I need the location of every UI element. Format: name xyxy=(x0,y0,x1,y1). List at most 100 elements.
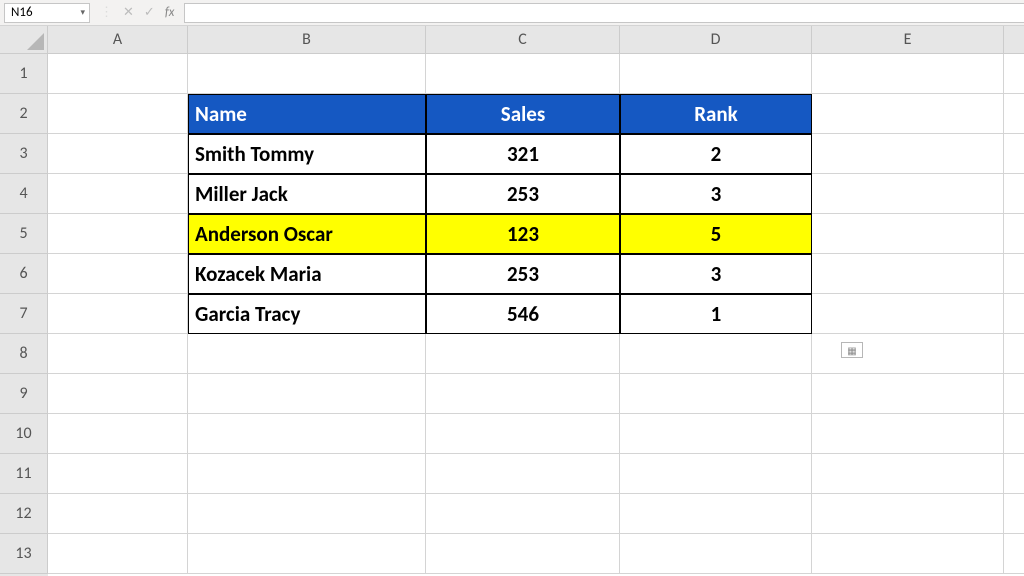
select-all-corner[interactable] xyxy=(0,26,48,54)
cell-C6[interactable]: 253 xyxy=(426,254,620,294)
cell-D13[interactable] xyxy=(620,534,812,574)
cell-A7[interactable] xyxy=(48,294,188,334)
cell-A11[interactable] xyxy=(48,454,188,494)
row-header-2[interactable]: 2 xyxy=(0,94,48,134)
cell-A12[interactable] xyxy=(48,494,188,534)
cell-E3[interactable] xyxy=(812,134,1004,174)
cell-C8[interactable] xyxy=(426,334,620,374)
cell-F9[interactable] xyxy=(1004,374,1024,414)
cell-B6[interactable]: Kozacek Maria xyxy=(188,254,426,294)
row-header-12[interactable]: 12 xyxy=(0,494,48,534)
col-header-F[interactable] xyxy=(1004,26,1024,54)
col-header-E[interactable]: E xyxy=(812,26,1004,54)
cell-B9[interactable] xyxy=(188,374,426,414)
row-header-8[interactable]: 8 xyxy=(0,334,48,374)
row-header-9[interactable]: 9 xyxy=(0,374,48,414)
col-header-B[interactable]: B xyxy=(188,26,426,54)
row-header-1[interactable]: 1 xyxy=(0,54,48,94)
cell-C4[interactable]: 253 xyxy=(426,174,620,214)
cell-E5[interactable] xyxy=(812,214,1004,254)
cell-B8[interactable] xyxy=(188,334,426,374)
cell-A5[interactable] xyxy=(48,214,188,254)
cell-A1[interactable] xyxy=(48,54,188,94)
cell-B10[interactable] xyxy=(188,414,426,454)
cell-F8[interactable] xyxy=(1004,334,1024,374)
cell-D7[interactable]: 1 xyxy=(620,294,812,334)
autofill-options-icon[interactable]: ▦ xyxy=(841,342,863,358)
cell-F4[interactable] xyxy=(1004,174,1024,214)
cell-A2[interactable] xyxy=(48,94,188,134)
cell-F5[interactable] xyxy=(1004,214,1024,254)
fx-icon[interactable]: fx xyxy=(165,5,175,20)
cell-F6[interactable] xyxy=(1004,254,1024,294)
row-header-10[interactable]: 10 xyxy=(0,414,48,454)
cell-E9[interactable] xyxy=(812,374,1004,414)
col-header-D[interactable]: D xyxy=(620,26,812,54)
cell-E13[interactable] xyxy=(812,534,1004,574)
cell-D5[interactable]: 5 xyxy=(620,214,812,254)
row-header-7[interactable]: 7 xyxy=(0,294,48,334)
cell-F2[interactable] xyxy=(1004,94,1024,134)
cancel-icon[interactable]: ✕ xyxy=(123,5,134,20)
cell-D3[interactable]: 2 xyxy=(620,134,812,174)
cell-D9[interactable] xyxy=(620,374,812,414)
cell-B1[interactable] xyxy=(188,54,426,94)
cell-F3[interactable] xyxy=(1004,134,1024,174)
row-header-13[interactable]: 13 xyxy=(0,534,48,574)
col-header-C[interactable]: C xyxy=(426,26,620,54)
cell-B12[interactable] xyxy=(188,494,426,534)
cell-E7[interactable] xyxy=(812,294,1004,334)
name-box[interactable]: N16 ▾ xyxy=(4,3,90,23)
cell-E10[interactable] xyxy=(812,414,1004,454)
cell-C9[interactable] xyxy=(426,374,620,414)
row-header-11[interactable]: 11 xyxy=(0,454,48,494)
cell-B2-name-header[interactable]: Name xyxy=(188,94,426,134)
cell-B13[interactable] xyxy=(188,534,426,574)
cell-E12[interactable] xyxy=(812,494,1004,534)
cell-D2-rank-header[interactable]: Rank xyxy=(620,94,812,134)
cell-F10[interactable] xyxy=(1004,414,1024,454)
row-header-4[interactable]: 4 xyxy=(0,174,48,214)
cell-F7[interactable] xyxy=(1004,294,1024,334)
cell-E6[interactable] xyxy=(812,254,1004,294)
cell-A4[interactable] xyxy=(48,174,188,214)
cell-F12[interactable] xyxy=(1004,494,1024,534)
dropdown-caret-icon[interactable]: ▾ xyxy=(80,7,85,18)
cell-C11[interactable] xyxy=(426,454,620,494)
cell-E1[interactable] xyxy=(812,54,1004,94)
cell-A8[interactable] xyxy=(48,334,188,374)
cell-B4[interactable]: Miller Jack xyxy=(188,174,426,214)
cell-B3[interactable]: Smith Tommy xyxy=(188,134,426,174)
cell-C3[interactable]: 321 xyxy=(426,134,620,174)
cell-A13[interactable] xyxy=(48,534,188,574)
cell-C12[interactable] xyxy=(426,494,620,534)
cell-C1[interactable] xyxy=(426,54,620,94)
cell-E4[interactable] xyxy=(812,174,1004,214)
cell-C10[interactable] xyxy=(426,414,620,454)
col-header-A[interactable]: A xyxy=(48,26,188,54)
cell-A10[interactable] xyxy=(48,414,188,454)
cell-E2[interactable] xyxy=(812,94,1004,134)
cell-F13[interactable] xyxy=(1004,534,1024,574)
cell-F11[interactable] xyxy=(1004,454,1024,494)
cell-D10[interactable] xyxy=(620,414,812,454)
cell-F1[interactable] xyxy=(1004,54,1024,94)
cell-D4[interactable]: 3 xyxy=(620,174,812,214)
cell-C5[interactable]: 123 xyxy=(426,214,620,254)
cell-D6[interactable]: 3 xyxy=(620,254,812,294)
cell-E11[interactable] xyxy=(812,454,1004,494)
cell-A9[interactable] xyxy=(48,374,188,414)
cell-A3[interactable] xyxy=(48,134,188,174)
cell-A6[interactable] xyxy=(48,254,188,294)
cell-B11[interactable] xyxy=(188,454,426,494)
row-header-5[interactable]: 5 xyxy=(0,214,48,254)
cell-C7[interactable]: 546 xyxy=(426,294,620,334)
row-header-3[interactable]: 3 xyxy=(0,134,48,174)
row-header-6[interactable]: 6 xyxy=(0,254,48,294)
cell-D11[interactable] xyxy=(620,454,812,494)
cell-C2-sales-header[interactable]: Sales xyxy=(426,94,620,134)
formula-input[interactable] xyxy=(184,3,1024,23)
cell-B7[interactable]: Garcia Tracy xyxy=(188,294,426,334)
cell-D12[interactable] xyxy=(620,494,812,534)
cell-B5[interactable]: Anderson Oscar xyxy=(188,214,426,254)
